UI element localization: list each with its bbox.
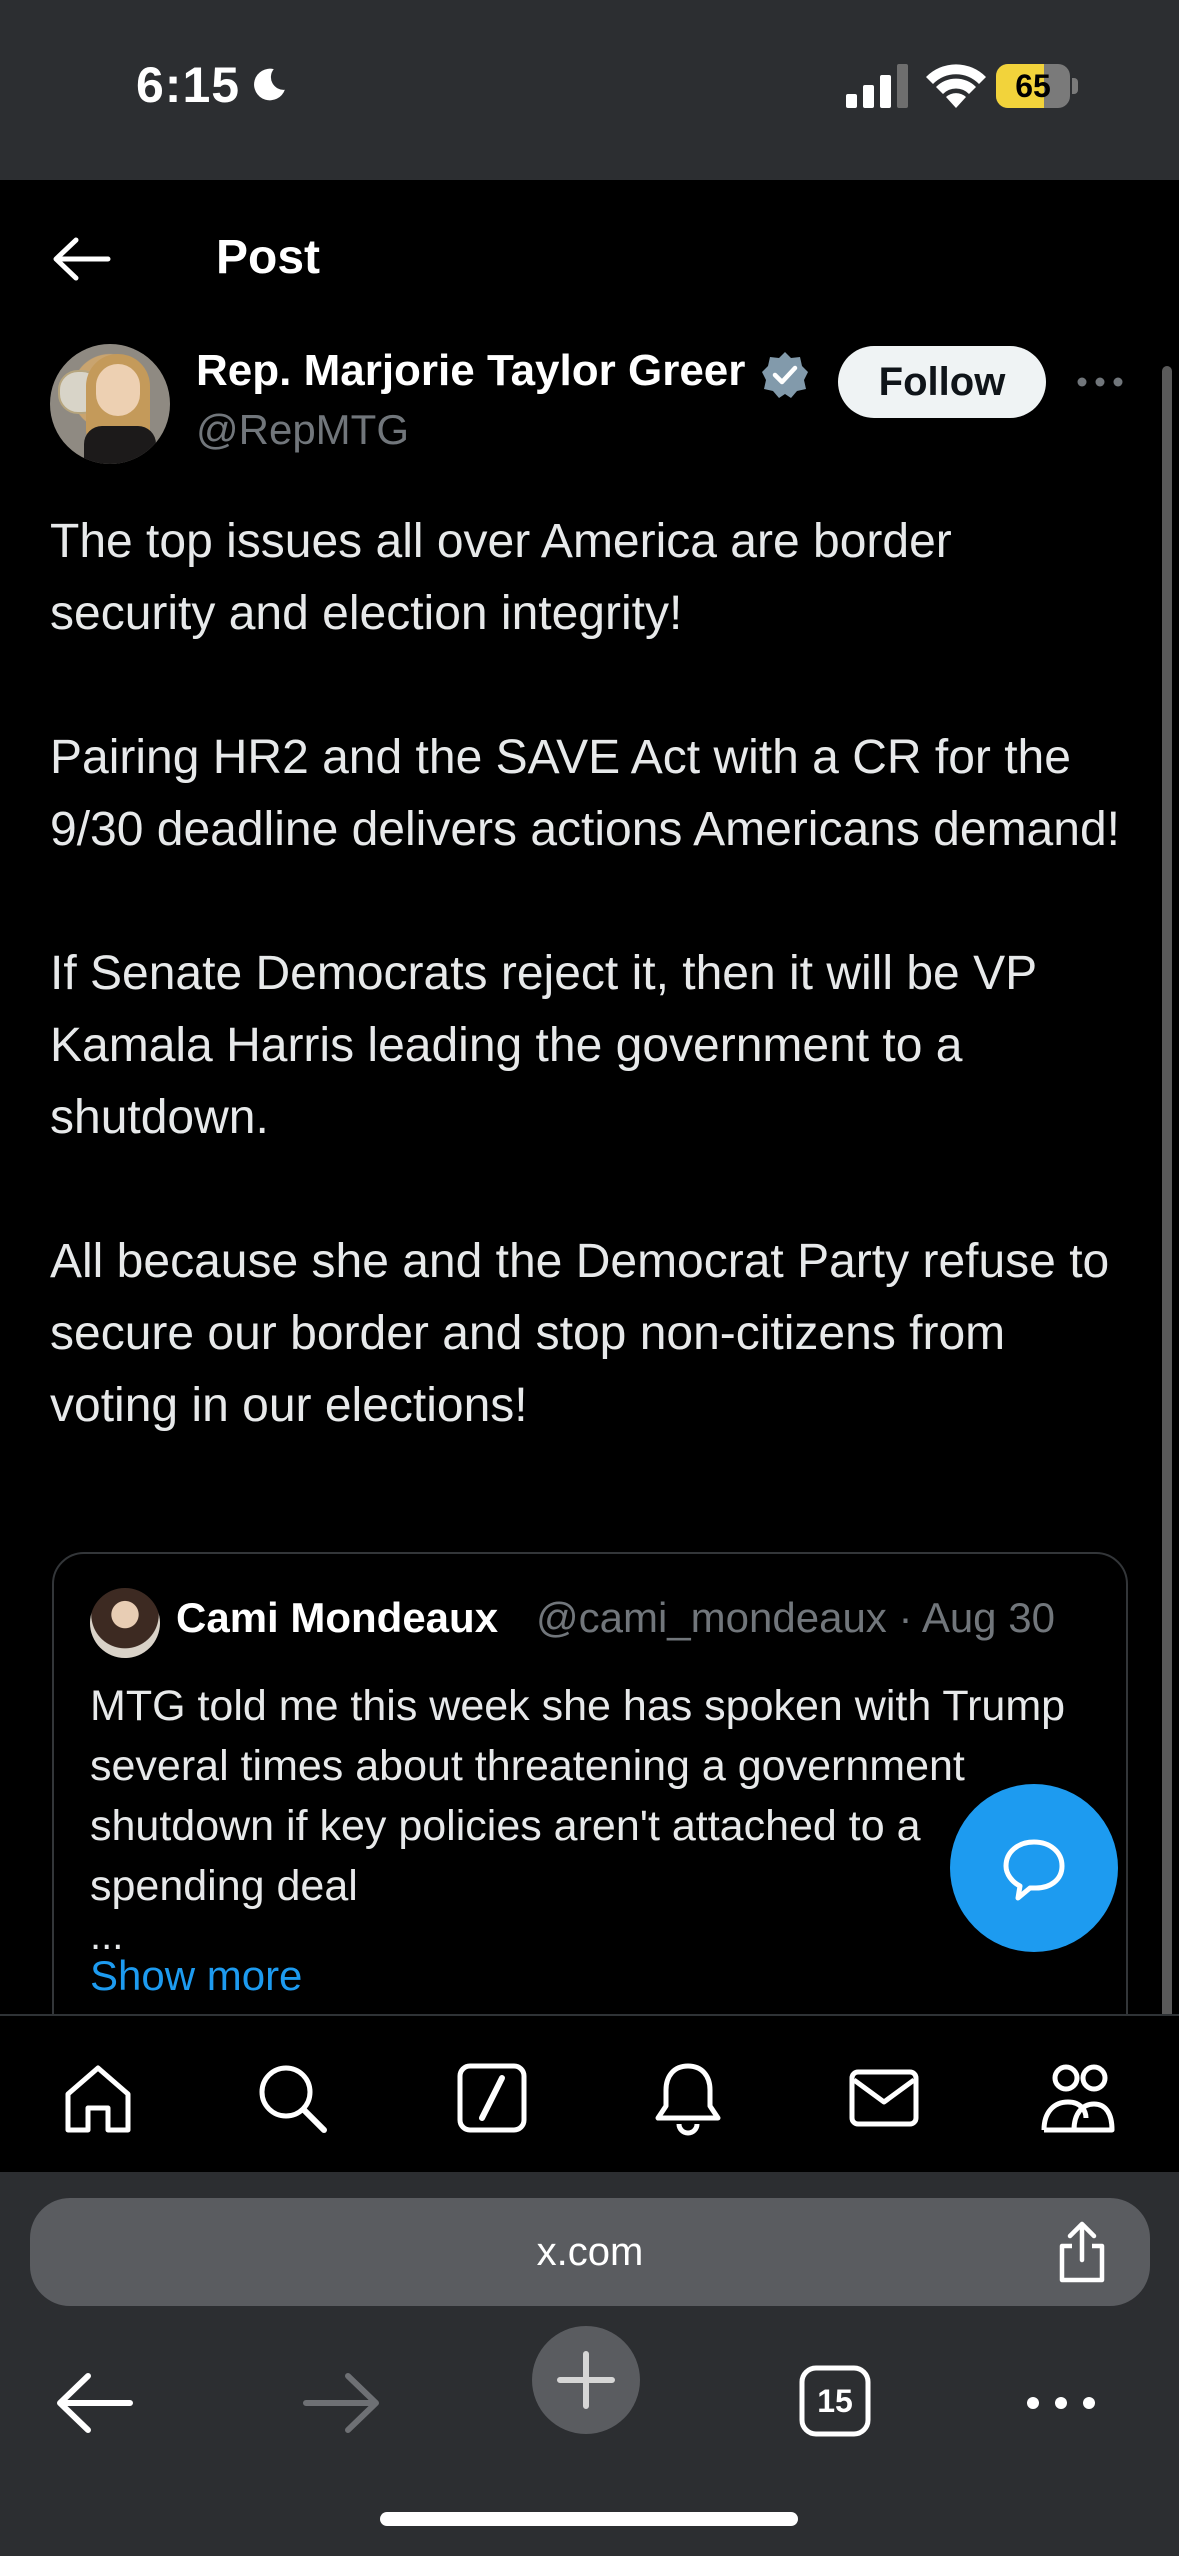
battery-indicator: 65	[996, 64, 1080, 108]
status-bar: 6:15 65	[0, 0, 1179, 180]
url-text: x.com	[536, 2230, 644, 2274]
browser-toolbar: x.com 15	[0, 2172, 1179, 2556]
browser-back-icon[interactable]	[50, 2358, 140, 2448]
author-handle[interactable]: @RepMTG	[196, 406, 409, 454]
tabs-count-button[interactable]: 15	[790, 2358, 880, 2448]
notifications-icon[interactable]	[650, 2060, 726, 2136]
verified-badge-icon	[762, 352, 808, 398]
browser-forward-icon[interactable]	[296, 2358, 386, 2448]
author-name[interactable]: Rep. Marjorie Taylor Greer	[196, 346, 756, 396]
status-time: 6:15	[136, 57, 241, 113]
follow-button[interactable]: Follow	[838, 346, 1046, 418]
bottom-tab-bar	[0, 2014, 1179, 2174]
search-icon[interactable]	[254, 2060, 330, 2136]
new-tab-plus-icon[interactable]	[530, 2324, 642, 2436]
home-indicator[interactable]	[380, 2512, 798, 2526]
wifi-icon	[926, 64, 986, 108]
show-more-link[interactable]: Show more	[90, 1952, 302, 2000]
quote-text: MTG told me this week she has spoken wit…	[90, 1682, 1066, 1910]
signal-icon	[846, 64, 908, 108]
more-options-icon[interactable]	[1076, 370, 1124, 394]
reply-fab-button[interactable]	[950, 1784, 1118, 1952]
quote-author-avatar	[90, 1588, 160, 1658]
battery-percent: 65	[1015, 68, 1051, 104]
reply-bubble-icon	[1003, 1839, 1065, 1901]
moon-icon	[254, 68, 285, 101]
browser-more-icon[interactable]	[1016, 2358, 1106, 2448]
author-avatar[interactable]	[50, 344, 170, 464]
quoted-post[interactable]: Cami Mondeaux @cami_mondeaux · Aug 30 MT…	[52, 1552, 1128, 2014]
quote-author-name: Cami Mondeaux	[176, 1594, 499, 1641]
share-icon[interactable]	[1052, 2220, 1112, 2284]
page-title: Post	[216, 231, 321, 284]
messages-icon[interactable]	[846, 2060, 922, 2136]
post-text: The top issues all over America are bord…	[50, 515, 1120, 1432]
grok-icon[interactable]	[454, 2060, 530, 2136]
address-bar[interactable]: x.com	[30, 2198, 1150, 2306]
communities-icon[interactable]	[1040, 2060, 1116, 2136]
post-detail-view: Post Rep. Marjorie Taylor Greer @RepMTG …	[0, 180, 1179, 2014]
scrollbar[interactable]	[1162, 366, 1172, 2014]
quote-author-handle: @cami_mondeaux · Aug 30	[536, 1594, 1055, 1641]
home-icon[interactable]	[60, 2060, 136, 2136]
back-arrow-icon[interactable]	[50, 234, 112, 284]
tabs-count: 15	[817, 2383, 853, 2419]
